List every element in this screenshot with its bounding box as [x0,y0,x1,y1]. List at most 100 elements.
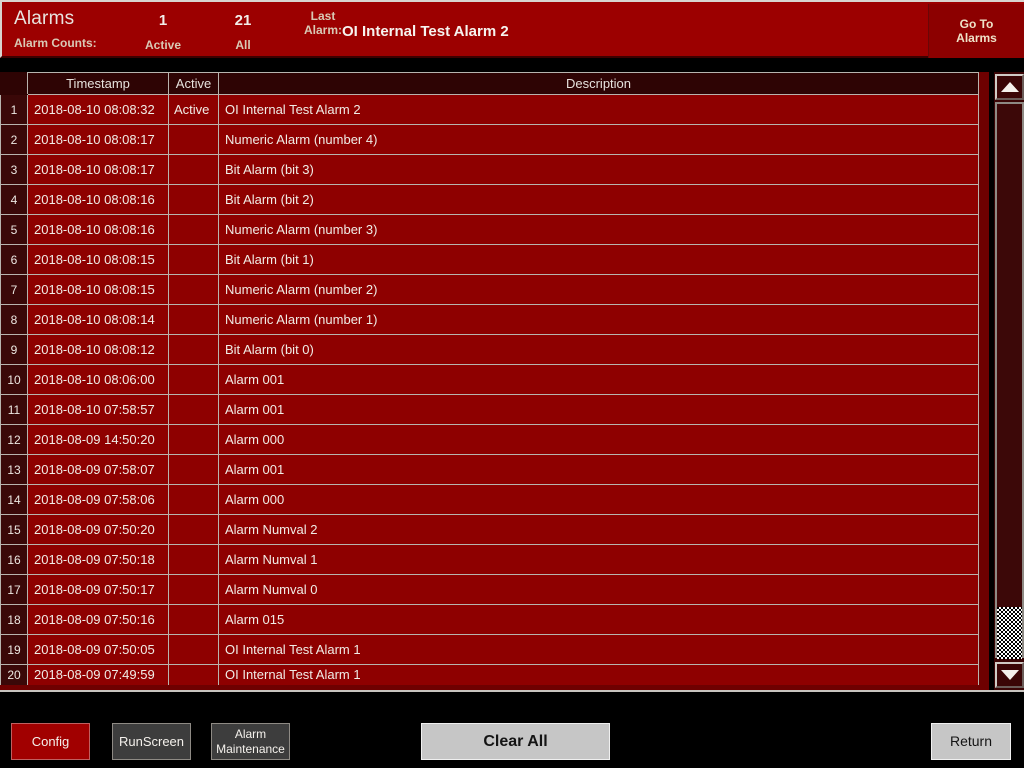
header-divider [0,58,1024,72]
triangle-down-icon [1000,670,1019,680]
cell-timestamp: 2018-08-10 08:08:15 [27,244,169,275]
table-row[interactable]: 9 2018-08-10 08:08:12 Bit Alarm (bit 0) [0,334,979,365]
cell-timestamp: 2018-08-09 07:50:05 [27,634,169,665]
row-number: 13 [0,454,28,485]
table-row[interactable]: 14 2018-08-09 07:58:06 Alarm 000 [0,484,979,515]
cell-active [168,664,219,685]
cell-timestamp: 2018-08-10 08:08:32 [27,94,169,125]
table-row[interactable]: 16 2018-08-09 07:50:18 Alarm Numval 1 [0,544,979,575]
clear-all-button[interactable]: Clear All [421,723,610,760]
cell-active: Active [168,94,219,125]
table-row[interactable]: 15 2018-08-09 07:50:20 Alarm Numval 2 [0,514,979,545]
column-header-active[interactable]: Active [168,72,219,95]
cell-active [168,364,219,395]
cell-active [168,484,219,515]
go-to-alarms-line1: Go To [959,17,994,31]
cell-active [168,424,219,455]
table-row[interactable]: 20 2018-08-09 07:49:59 OI Internal Test Al… [0,664,979,685]
table-row[interactable]: 1 2018-08-10 08:08:32 Active OI Internal Te… [0,94,979,125]
cell-timestamp: 2018-08-10 08:08:12 [27,334,169,365]
cell-active [168,124,219,155]
cell-active [168,394,219,425]
row-number: 16 [0,544,28,575]
column-header-description[interactable]: Description [218,72,979,95]
table-row[interactable]: 6 2018-08-10 08:08:15 Bit Alarm (bit 1) [0,244,979,275]
table-row[interactable]: 8 2018-08-10 08:08:14 Numeric Alarm (numbe… [0,304,979,335]
cell-active [168,334,219,365]
config-button[interactable]: Config [11,723,90,760]
runscreen-button[interactable]: RunScreen [112,723,191,760]
cell-description: Numeric Alarm (number 4) [218,124,979,155]
alarms-screen: Alarms Alarm Counts: 1 Active 21 All Las… [0,0,1024,768]
cell-active [168,454,219,485]
table-row[interactable]: 18 2018-08-09 07:50:16 Alarm 015 [0,604,979,635]
table-row[interactable]: 2 2018-08-10 08:08:17 Numeric Alarm (numbe… [0,124,979,155]
table-row[interactable]: 11 2018-08-10 07:58:57 Alarm 001 [0,394,979,425]
row-number: 5 [0,214,28,245]
cell-timestamp: 2018-08-09 07:50:16 [27,604,169,635]
go-to-alarms-button[interactable]: Go To Alarms [928,4,1024,58]
cell-timestamp: 2018-08-09 07:50:18 [27,544,169,575]
cell-timestamp: 2018-08-09 07:58:07 [27,454,169,485]
page-title: Alarms [14,8,75,29]
cell-active [168,514,219,545]
scroll-up-button[interactable] [995,74,1024,100]
cell-description: Alarm Numval 1 [218,544,979,575]
table-row[interactable]: 4 2018-08-10 08:08:16 Bit Alarm (bit 2) [0,184,979,215]
triangle-up-icon [1000,82,1019,92]
cell-timestamp: 2018-08-09 07:49:59 [27,664,169,685]
cell-active [168,214,219,245]
all-alarm-count-label: All [235,38,251,52]
scrollbar-thumb[interactable] [997,607,1022,659]
cell-description: Alarm 000 [218,424,979,455]
row-number: 1 [0,94,28,125]
cell-active [168,544,219,575]
cell-timestamp: 2018-08-10 08:08:15 [27,274,169,305]
scroll-down-button[interactable] [995,662,1024,688]
cell-description: Bit Alarm (bit 0) [218,334,979,365]
alarm-table-header: Timestamp Active Description [0,72,979,95]
table-row[interactable]: 3 2018-08-10 08:08:17 Bit Alarm (bit 3) [0,154,979,185]
row-number: 10 [0,364,28,395]
alarm-table-scrollbar[interactable] [993,72,1024,690]
cell-timestamp: 2018-08-10 08:08:16 [27,184,169,215]
go-to-alarms-line2: Alarms [956,31,997,45]
row-number: 18 [0,604,28,635]
column-header-timestamp[interactable]: Timestamp [27,72,169,95]
return-button[interactable]: Return [931,723,1011,760]
last-alarm-label: Last Alarm: [298,9,348,37]
cell-active [168,304,219,335]
last-alarm-label-line2: Alarm: [303,23,342,37]
alarm-table: Timestamp Active Description 1 2018-08-10… [0,72,979,685]
cell-description: Alarm 001 [218,394,979,425]
cell-active [168,244,219,275]
row-number: 9 [0,334,28,365]
row-number: 11 [0,394,28,425]
alarm-maintenance-button[interactable]: Alarm Maintenance [211,723,290,760]
cell-description: Alarm 001 [218,454,979,485]
cell-timestamp: 2018-08-09 07:50:17 [27,574,169,605]
table-row[interactable]: 13 2018-08-09 07:58:07 Alarm 001 [0,454,979,485]
cell-description: Alarm Numval 0 [218,574,979,605]
cell-description: Alarm 000 [218,484,979,515]
scrollbar-track[interactable] [995,102,1024,659]
row-number: 8 [0,304,28,335]
table-row[interactable]: 17 2018-08-09 07:50:17 Alarm Numval 0 [0,574,979,605]
row-number: 12 [0,424,28,455]
alarm-table-body: 1 2018-08-10 08:08:32 Active OI Internal Te… [0,94,979,685]
all-alarm-count: 21 [234,12,252,29]
table-row[interactable]: 7 2018-08-10 08:08:15 Numeric Alarm (numbe… [0,274,979,305]
cell-active [168,154,219,185]
cell-description: Numeric Alarm (number 3) [218,214,979,245]
row-number: 19 [0,634,28,665]
alarm-table-panel: Timestamp Active Description 1 2018-08-10… [0,72,989,690]
cell-description: Numeric Alarm (number 1) [218,304,979,335]
table-header-row: Timestamp Active Description [0,72,979,95]
cell-description: Alarm Numval 2 [218,514,979,545]
table-row[interactable]: 12 2018-08-09 14:50:20 Alarm 000 [0,424,979,455]
column-header-rownum[interactable] [0,72,28,95]
row-number: 7 [0,274,28,305]
table-row[interactable]: 19 2018-08-09 07:50:05 OI Internal Test Al… [0,634,979,665]
table-row[interactable]: 10 2018-08-10 08:06:00 Alarm 001 [0,364,979,395]
table-row[interactable]: 5 2018-08-10 08:08:16 Numeric Alarm (numbe… [0,214,979,245]
